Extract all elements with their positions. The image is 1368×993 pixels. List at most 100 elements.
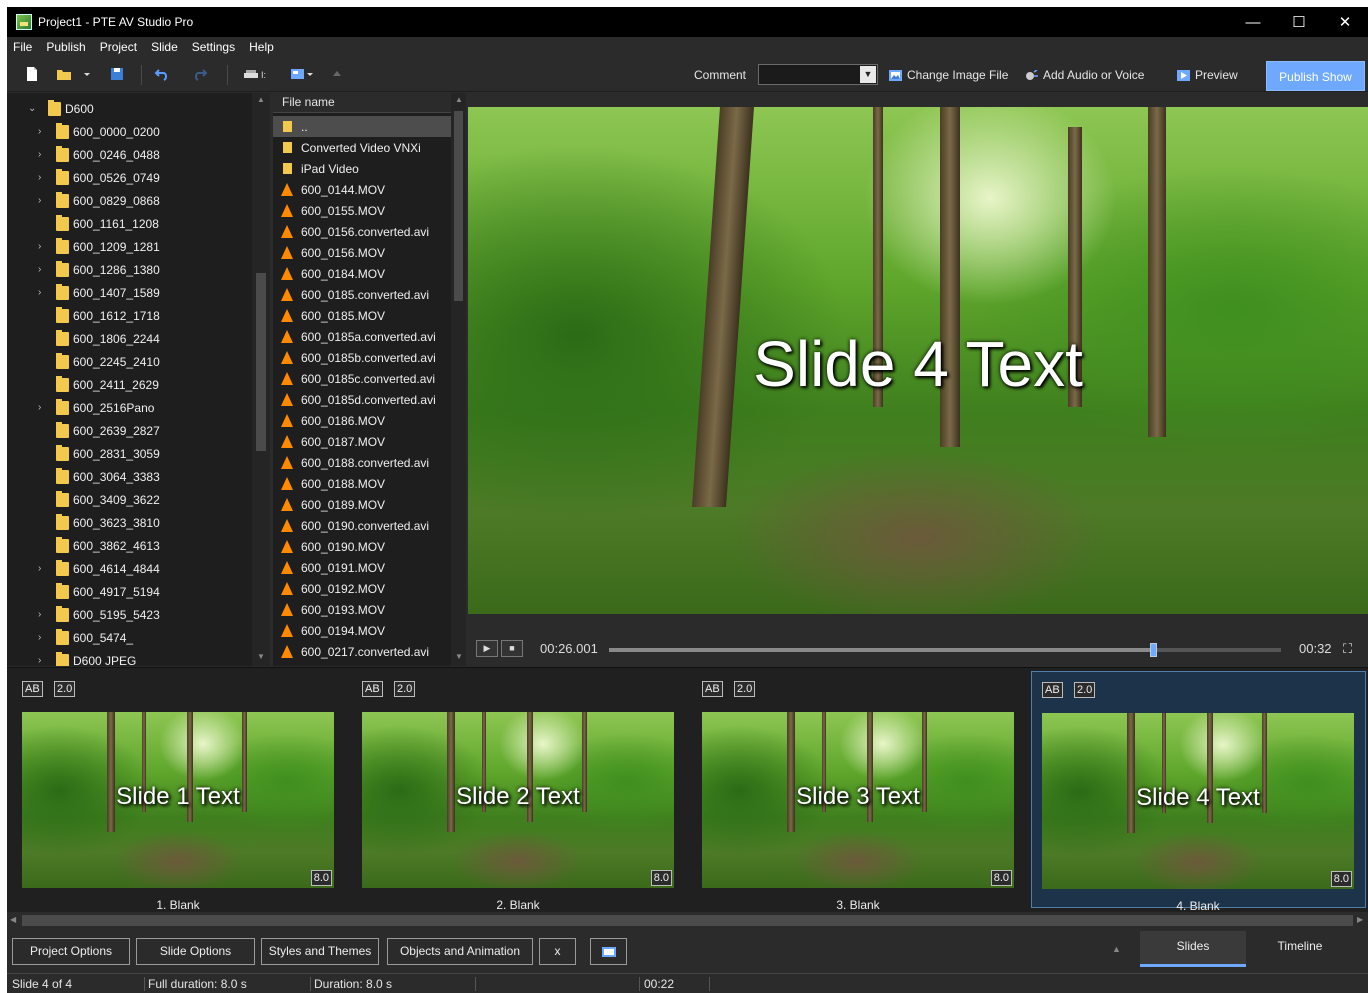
file-row[interactable]: 600_0155.MOV: [273, 200, 451, 221]
redo-icon[interactable]: [192, 66, 208, 82]
up-arrow-icon[interactable]: [332, 66, 342, 82]
tree-item[interactable]: › 600_1407_1589: [7, 281, 252, 304]
file-list-scrollbar[interactable]: ▲ ▼: [451, 93, 466, 666]
transition-badge[interactable]: AB: [362, 681, 383, 697]
seek-bar[interactable]: [609, 643, 1281, 657]
close-button[interactable]: ✕: [1322, 7, 1368, 37]
file-row[interactable]: 600_0190.MOV: [273, 536, 451, 557]
add-audio-button[interactable]: Add Audio or Voice: [1025, 68, 1144, 82]
publish-show-button[interactable]: Publish Show: [1266, 61, 1365, 91]
chevron-right-icon[interactable]: ›: [38, 402, 48, 413]
tree-item[interactable]: › 600_0829_0868: [7, 189, 252, 212]
file-row[interactable]: 600_0189.MOV: [273, 494, 451, 515]
file-row[interactable]: 600_0217.converted.avi: [273, 641, 451, 662]
objects-animation-button[interactable]: Objects and Animation: [387, 938, 533, 965]
transition-duration-badge[interactable]: 2.0: [54, 681, 76, 697]
maximize-button[interactable]: ☐: [1276, 7, 1322, 37]
tree-item[interactable]: 600_3409_3622: [7, 488, 252, 511]
tree-item[interactable]: 600_3862_4613: [7, 534, 252, 557]
tree-item[interactable]: 600_3623_3810: [7, 511, 252, 534]
slide-duration-badge[interactable]: 8.0: [1330, 871, 1352, 887]
new-file-icon[interactable]: [24, 66, 40, 82]
tree-item[interactable]: › 600_1286_1380: [7, 258, 252, 281]
file-row[interactable]: 600_0185a.converted.avi: [273, 326, 451, 347]
file-row[interactable]: 600_0191.MOV: [273, 557, 451, 578]
file-list-header[interactable]: File name: [273, 93, 451, 113]
scroll-down-icon[interactable]: ▼: [257, 652, 265, 661]
preview-panel[interactable]: Slide 4 Text: [468, 107, 1368, 614]
file-row[interactable]: 600_0185.converted.avi: [273, 284, 451, 305]
chevron-right-icon[interactable]: ›: [38, 563, 48, 574]
chevron-down-icon[interactable]: ⌄: [28, 103, 38, 114]
slide-duration-badge[interactable]: 8.0: [650, 870, 672, 886]
minimize-button[interactable]: —: [1230, 7, 1276, 37]
slide-card[interactable]: AB 2.0 Slide 3 Text 8.0 3. Blank: [691, 671, 1026, 912]
play-button[interactable]: ▶: [476, 640, 498, 657]
file-row[interactable]: iPad Video: [273, 158, 451, 179]
slide-thumbnail[interactable]: Slide 4 Text 8.0: [1042, 713, 1354, 889]
chevron-right-icon[interactable]: ›: [38, 264, 48, 275]
transition-duration-badge[interactable]: 2.0: [1074, 682, 1096, 698]
tree-item[interactable]: 600_2245_2410: [7, 350, 252, 373]
tree-item[interactable]: › 600_0000_0200: [7, 120, 252, 143]
tree-item[interactable]: › 600_4614_4844: [7, 557, 252, 580]
tree-item[interactable]: › 600_1209_1281: [7, 235, 252, 258]
tree-item[interactable]: 600_2639_2827: [7, 419, 252, 442]
file-row[interactable]: ..: [273, 116, 451, 137]
transition-badge[interactable]: AB: [1042, 682, 1063, 698]
file-row[interactable]: 600_0144.MOV: [273, 179, 451, 200]
preview-button[interactable]: Preview: [1177, 68, 1238, 82]
tree-item[interactable]: 600_2411_2629: [7, 373, 252, 396]
scroll-left-icon[interactable]: ◀: [10, 915, 16, 924]
scroll-down-icon[interactable]: ▼: [455, 652, 463, 661]
transition-duration-badge[interactable]: 2.0: [734, 681, 756, 697]
styles-themes-button[interactable]: Styles and Themes: [261, 938, 379, 965]
file-row[interactable]: Converted Video VNXi: [273, 137, 451, 158]
slide-duration-badge[interactable]: 8.0: [990, 870, 1012, 886]
menu-project[interactable]: Project: [100, 40, 137, 54]
file-row[interactable]: 600_0190.converted.avi: [273, 515, 451, 536]
slide-card[interactable]: AB 2.0 Slide 4 Text 8.0 4. Blank: [1031, 671, 1366, 913]
display-mode-icon[interactable]: [290, 66, 316, 82]
seek-handle[interactable]: [1150, 643, 1158, 657]
project-options-button[interactable]: Project Options: [12, 938, 130, 965]
open-folder-icon[interactable]: [56, 66, 72, 82]
comment-field[interactable]: ▼: [758, 64, 878, 85]
slide-thumbnail[interactable]: Slide 2 Text 8.0: [362, 712, 674, 888]
tree-item[interactable]: › 600_5195_5423: [7, 603, 252, 626]
chevron-right-icon[interactable]: ›: [38, 655, 48, 666]
file-row[interactable]: 600_0185b.converted.avi: [273, 347, 451, 368]
file-row[interactable]: 600_0185c.converted.avi: [273, 368, 451, 389]
file-row[interactable]: 600_0186.MOV: [273, 410, 451, 431]
file-row[interactable]: 600_0185d.converted.avi: [273, 389, 451, 410]
scroll-right-icon[interactable]: ▶: [1357, 915, 1363, 924]
tree-item[interactable]: › 600_5474_: [7, 626, 252, 649]
collapse-up-icon[interactable]: ▲: [1112, 944, 1121, 954]
tree-scrollbar[interactable]: ▲ ▼: [252, 93, 270, 666]
chevron-right-icon[interactable]: ›: [38, 195, 48, 206]
transition-badge[interactable]: AB: [22, 681, 43, 697]
scroll-up-icon[interactable]: ▲: [455, 95, 463, 104]
change-image-file-button[interactable]: Change Image File: [889, 68, 1008, 82]
file-row[interactable]: 600_0188.MOV: [273, 473, 451, 494]
menu-help[interactable]: Help: [249, 40, 274, 54]
close-panel-button[interactable]: x: [539, 938, 576, 965]
file-row[interactable]: 600_0185.MOV: [273, 305, 451, 326]
tree-item[interactable]: 600_1806_2244: [7, 327, 252, 350]
screen-button[interactable]: [590, 938, 627, 965]
chevron-right-icon[interactable]: ›: [38, 632, 48, 643]
tab-slides[interactable]: Slides: [1140, 931, 1246, 967]
file-row[interactable]: 600_0156.MOV: [273, 242, 451, 263]
file-row[interactable]: 600_0156.converted.avi: [273, 221, 451, 242]
tree-item[interactable]: › 600_0526_0749: [7, 166, 252, 189]
chevron-right-icon[interactable]: ›: [38, 241, 48, 252]
tree-item[interactable]: › 600_0246_0488: [7, 143, 252, 166]
file-row[interactable]: 600_0188.converted.avi: [273, 452, 451, 473]
open-dropdown-icon[interactable]: [82, 66, 92, 82]
chevron-down-icon[interactable]: ▼: [860, 66, 876, 83]
scroll-up-icon[interactable]: ▲: [257, 95, 265, 104]
tree-item[interactable]: 600_1161_1208: [7, 212, 252, 235]
strip-scrollbar[interactable]: ◀ ▶: [7, 912, 1368, 929]
tree-item[interactable]: › 600_2516Pano: [7, 396, 252, 419]
transition-badge[interactable]: AB: [702, 681, 723, 697]
